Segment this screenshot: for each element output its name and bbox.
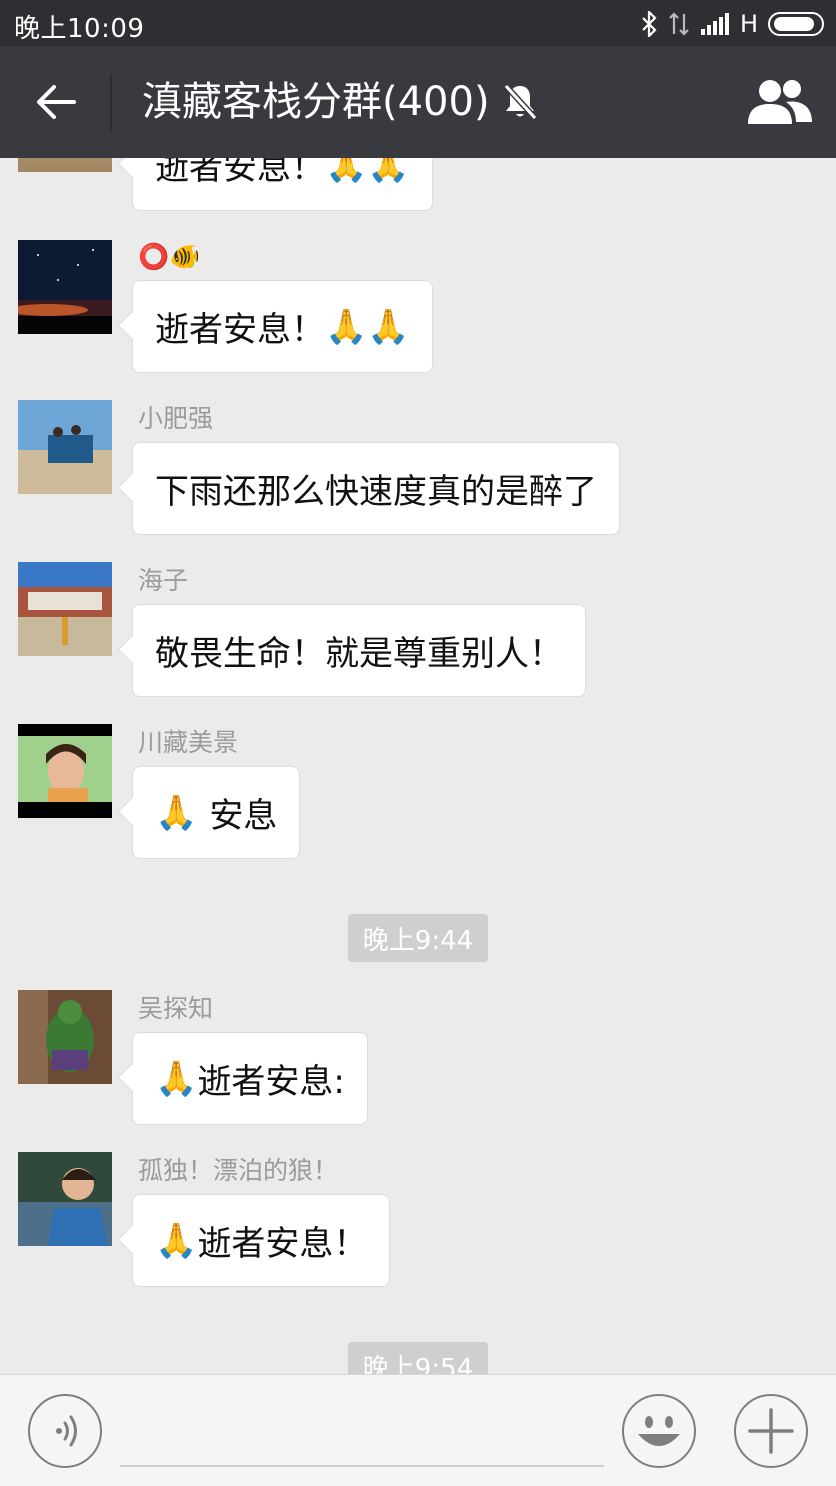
bluetooth-icon <box>642 11 657 37</box>
avatar[interactable] <box>18 1152 112 1246</box>
pray-emoji-icon: 🙏🙏 <box>325 306 410 347</box>
avatar[interactable] <box>18 724 112 818</box>
message-bubble[interactable]: 敬畏生命！就是尊重别人！ <box>132 604 586 697</box>
avatar-image <box>18 240 112 334</box>
battery-icon <box>768 12 824 36</box>
avatar[interactable] <box>18 240 112 334</box>
pray-emoji-icon: 🙏 <box>155 792 198 833</box>
back-button[interactable] <box>18 70 94 134</box>
back-arrow-icon <box>37 85 76 119</box>
chat-title: 滇藏客栈分群(400) <box>142 79 490 125</box>
network-type-label: H <box>739 10 758 38</box>
smiley-icon <box>638 1416 680 1446</box>
pray-emoji-icon: 🙏 <box>155 1058 198 1099</box>
message-text: 逝者安息！ <box>197 1224 368 1264</box>
pray-emoji-icon: 🙏 <box>155 1220 198 1261</box>
status-time: 晚上10:09 <box>14 14 145 44</box>
sender-name: 孤独！漂泊的狼！ <box>138 1156 339 1185</box>
sender-name: 小肥强 <box>138 404 214 433</box>
avatar-image <box>18 562 112 656</box>
status-icons: H <box>640 9 824 39</box>
title-divider <box>110 74 112 130</box>
avatar-image <box>18 724 112 818</box>
timestamp-chip: 晚上9:44 <box>348 914 488 962</box>
message-bubble[interactable]: 🙏 安息 <box>132 766 301 859</box>
avatar-image <box>18 990 112 1084</box>
message-text: 逝者安息！ <box>155 310 325 350</box>
voice-button[interactable] <box>28 1394 102 1468</box>
emoji-button[interactable] <box>622 1394 696 1468</box>
voice-icon <box>56 1415 77 1447</box>
avatar-image <box>18 1152 112 1246</box>
avatar[interactable] <box>18 158 112 172</box>
chat-message-list[interactable]: 逝者安息！ 🙏🙏 ⭕🐠 逝者安息！ 🙏🙏 小肥强 下雨还那么快速度真的是醉了 海… <box>0 158 836 1374</box>
message-bubble[interactable]: 逝者安息！ 🙏🙏 <box>132 280 433 373</box>
title-bar: 滇藏客栈分群(400) <box>0 46 836 158</box>
plus-icon <box>748 1408 794 1454</box>
message-text: 逝者安息: <box>197 1062 345 1102</box>
input-bar <box>0 1374 836 1486</box>
sender-name: 吴探知 <box>138 994 214 1023</box>
data-transfer-icon <box>669 12 689 36</box>
message-text: 安息 <box>209 796 278 836</box>
avatar[interactable] <box>18 400 112 494</box>
message-bubble[interactable]: 逝者安息！ 🙏🙏 <box>132 158 433 211</box>
status-bar: 晚上10:09 H <box>0 0 836 46</box>
sender-name: 川藏美景 <box>138 728 239 757</box>
avatar[interactable] <box>18 990 112 1084</box>
avatar[interactable] <box>18 562 112 656</box>
message-input[interactable] <box>120 1395 604 1467</box>
message-bubble[interactable]: 🙏 逝者安息: <box>132 1032 368 1125</box>
message-text: 敬畏生命！就是尊重别人！ <box>155 634 563 674</box>
more-button[interactable] <box>734 1394 808 1468</box>
pray-emoji-icon: 🙏🙏 <box>325 158 410 185</box>
message-bubble[interactable]: 🙏 逝者安息！ <box>132 1194 391 1287</box>
sender-name: ⭕🐠 <box>138 242 201 271</box>
avatar-image <box>18 400 112 494</box>
message-bubble[interactable]: 下雨还那么快速度真的是醉了 <box>132 442 620 535</box>
message-text: 逝者安息！ <box>155 158 325 188</box>
message-text: 下雨还那么快速度真的是醉了 <box>155 472 597 512</box>
sender-name: 海子 <box>138 566 189 595</box>
signal-icon <box>700 13 729 35</box>
bell-off-icon <box>503 83 538 121</box>
group-members-icon[interactable] <box>746 76 816 128</box>
timestamp-chip: 晚上9:54 <box>348 1342 488 1374</box>
